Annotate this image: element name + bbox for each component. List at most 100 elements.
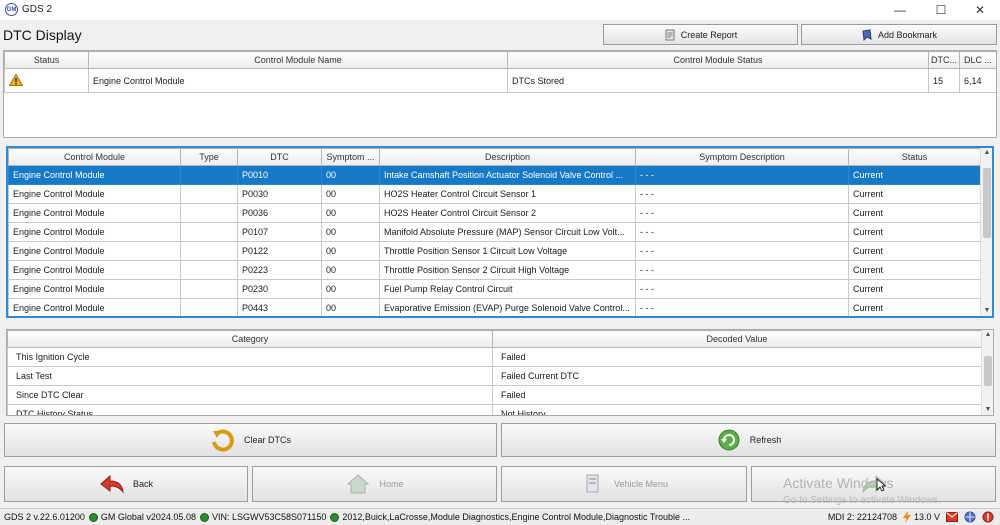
control-module-cell: Engine Control Module — [8, 222, 181, 242]
dtc-scrollbar[interactable]: ▲ ▼ — [980, 148, 992, 316]
home-button[interactable]: Home — [252, 466, 497, 502]
col-dtc[interactable]: DTC — [237, 148, 322, 166]
description-cell: Throttle Position Sensor 1 Circuit Low V… — [379, 241, 636, 261]
status-cell: Current — [848, 203, 981, 223]
type-cell — [180, 279, 238, 299]
help-icon[interactable] — [982, 511, 994, 523]
scroll-up-arrow[interactable]: ▲ — [981, 148, 992, 158]
vehicle-menu-button[interactable]: Vehicle Menu — [501, 466, 747, 502]
table-row[interactable]: Last Test Failed Current DTC — [7, 366, 982, 386]
dtc-decode-panel: Category Decoded Value This Ignition Cyc… — [6, 329, 994, 416]
category-cell: DTC History Status — [7, 404, 493, 415]
back-button[interactable]: Back — [4, 466, 248, 502]
app-version: GDS 2 v.22.6.01200 — [4, 512, 85, 522]
symptom-cell: 00 — [321, 222, 380, 242]
status-cell: Current — [848, 165, 981, 185]
dtc-code-cell: P0223 — [237, 260, 322, 280]
table-row[interactable]: Engine Control Module P0107 00 Manifold Abs… — [8, 222, 981, 242]
global-version: GM Global v2024.05.08 — [100, 512, 196, 522]
mouse-cursor-icon — [876, 478, 886, 492]
col-type[interactable]: Type — [180, 148, 238, 166]
col-symptom-description[interactable]: Symptom Description — [635, 148, 849, 166]
add-bookmark-button[interactable]: Add Bookmark — [801, 24, 997, 45]
table-row[interactable]: Since DTC Clear Failed — [7, 385, 982, 405]
symptom-description-cell: - - - — [635, 279, 849, 299]
status-cell: Current — [848, 260, 981, 280]
network-icon[interactable] — [964, 511, 976, 523]
refresh-button[interactable]: Refresh — [501, 423, 996, 457]
table-row[interactable]: Engine Control Module P0230 00 Fuel Pump Re… — [8, 279, 981, 299]
control-module-cell: Engine Control Module — [8, 279, 181, 299]
col-symptom[interactable]: Symptom ... — [321, 148, 380, 166]
module-status-panel: Status Control Module Name Control Modul… — [3, 50, 997, 138]
refresh-label: Refresh — [749, 435, 782, 445]
description-cell: HO2S Heater Control Circuit Sensor 1 — [379, 184, 636, 204]
back-arrow-icon — [100, 474, 124, 494]
maximize-button[interactable]: ☐ — [921, 0, 961, 20]
refresh-icon — [718, 429, 740, 451]
symptom-description-cell: - - - — [635, 241, 849, 261]
scroll-down-arrow[interactable]: ▼ — [981, 306, 992, 316]
decoded-value-cell: Not History — [492, 404, 982, 415]
dtc-code-cell: P0010 — [237, 165, 322, 185]
table-row[interactable]: Engine Control Module P0122 00 Throttle Pos… — [8, 241, 981, 261]
col-status[interactable]: Status — [4, 51, 89, 69]
dtc-code-cell: P0230 — [237, 279, 322, 299]
table-row[interactable]: Engine Control Module P0223 00 Throttle Pos… — [8, 260, 981, 280]
table-row[interactable]: Engine Control Module P0036 00 HO2S Heater … — [8, 203, 981, 223]
symptom-cell: 00 — [321, 184, 380, 204]
vehicle-menu-icon — [586, 474, 599, 493]
dtc-table: Control Module Type DTC Symptom ... Desc… — [8, 148, 981, 316]
header: DTC Display Create Report Add Bookmark — [0, 22, 1000, 46]
table-row[interactable]: DTC History Status Not History — [7, 404, 982, 415]
close-button[interactable]: ✕ — [960, 0, 1000, 20]
col-description[interactable]: Description — [379, 148, 636, 166]
control-module-cell: Engine Control Module — [8, 298, 181, 316]
battery-voltage: 13.0 V — [913, 512, 940, 522]
clear-dtcs-button[interactable]: Clear DTCs — [4, 423, 497, 457]
module-status-table: Status Control Module Name Control Modul… — [4, 51, 996, 93]
col-decoded-value[interactable]: Decoded Value — [492, 330, 982, 348]
table-row[interactable]: Engine Control Module P0030 00 HO2S Heater … — [8, 184, 981, 204]
scroll-down-arrow[interactable]: ▼ — [982, 405, 993, 415]
control-module-cell: Engine Control Module — [8, 184, 181, 204]
col-module-status[interactable]: Control Module Status — [507, 51, 929, 69]
decode-scrollbar[interactable]: ▲ ▼ — [981, 330, 993, 415]
col-status[interactable]: Status — [848, 148, 981, 166]
table-row[interactable]: Engine Control Module P0010 00 Intake Camsh… — [8, 165, 981, 185]
decoded-value-cell: Failed — [492, 385, 982, 405]
category-cell: Since DTC Clear — [7, 385, 493, 405]
scroll-thumb[interactable] — [983, 168, 991, 238]
create-report-button[interactable]: Create Report — [603, 24, 798, 45]
scroll-thumb[interactable] — [984, 356, 992, 386]
dtc-list-panel: Control Module Type DTC Symptom ... Desc… — [6, 146, 994, 318]
col-control-module[interactable]: Control Module — [8, 148, 181, 166]
control-module-cell: Engine Control Module — [8, 203, 181, 223]
type-cell — [180, 165, 238, 185]
dtc-code-cell: P0107 — [237, 222, 322, 242]
category-cell: This Ignition Cycle — [7, 347, 493, 367]
col-dtc-count[interactable]: DTC... — [928, 51, 960, 69]
home-icon — [347, 474, 370, 494]
category-cell: Last Test — [7, 366, 493, 386]
description-cell: Evaporative Emission (EVAP) Purge Soleno… — [379, 298, 636, 316]
type-cell — [180, 184, 238, 204]
table-row[interactable]: This Ignition Cycle Failed — [7, 347, 982, 367]
table-row[interactable]: Engine Control Module P0443 00 Evaporative … — [8, 298, 981, 316]
symptom-cell: 00 — [321, 260, 380, 280]
control-module-cell: Engine Control Module — [8, 165, 181, 185]
symptom-cell: 00 — [321, 165, 380, 185]
mail-icon[interactable] — [946, 512, 958, 522]
decoded-value-cell: Failed — [492, 347, 982, 367]
description-cell: HO2S Heater Control Circuit Sensor 2 — [379, 203, 636, 223]
col-module-name[interactable]: Control Module Name — [88, 51, 508, 69]
scroll-up-arrow[interactable]: ▲ — [982, 330, 993, 340]
col-category[interactable]: Category — [7, 330, 493, 348]
type-cell — [180, 260, 238, 280]
dlc-cell: 6,14 — [959, 68, 996, 93]
type-cell — [180, 203, 238, 223]
description-cell: Throttle Position Sensor 2 Circuit High … — [379, 260, 636, 280]
minimize-button[interactable]: — — [880, 0, 920, 20]
col-dlc[interactable]: DLC ... — [959, 51, 996, 69]
table-row[interactable]: Engine Control Module DTCs Stored 15 6,1… — [4, 68, 996, 93]
